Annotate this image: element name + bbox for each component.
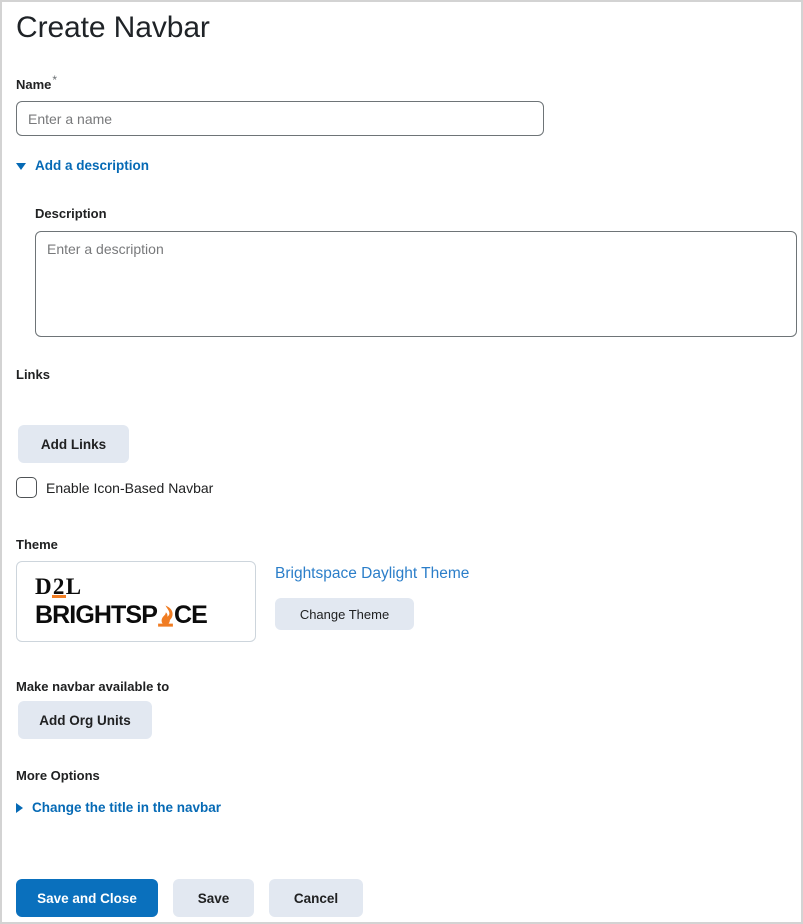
save-and-close-button[interactable]: Save and Close [16,879,158,917]
name-input[interactable] [16,101,544,137]
cancel-button[interactable]: Cancel [269,879,363,917]
create-navbar-page: Create Navbar Name* Add a description De… [0,0,803,924]
triangle-down-icon [16,162,26,170]
change-title-disclosure[interactable]: Change the title in the navbar [16,800,221,816]
name-label: Name* [16,73,57,93]
required-asterisk: * [52,73,58,87]
more-options-label-text: More Options [16,768,100,783]
theme-name-link[interactable]: Brightspace Daylight Theme [275,564,469,584]
description-field-group: Description [35,205,797,337]
description-label: Description [35,206,107,221]
theme-details: Brightspace Daylight Theme Change Theme [275,561,469,630]
theme-row: D2L BRIGHTSP CE Brightspace Daylight The… [16,561,469,642]
enable-icon-navbar-label: Enable Icon-Based Navbar [46,479,214,496]
page-title: Create Navbar [16,11,210,44]
add-org-units-button[interactable]: Add Org Units [18,701,152,739]
enable-icon-navbar-row: Enable Icon-Based Navbar [16,477,213,498]
theme-label: Theme [16,536,58,554]
description-textarea[interactable] [35,231,797,337]
availability-label: Make navbar available to [16,678,169,696]
change-title-label: Change the title in the navbar [32,800,222,815]
more-options-label: More Options [16,767,100,785]
flame-icon [157,603,174,627]
d2l-logo-d: D [35,573,52,599]
theme-thumbnail[interactable]: D2L BRIGHTSP CE [16,561,256,642]
triangle-right-icon [16,803,23,813]
add-description-disclosure[interactable]: Add a description [16,158,149,174]
d2l-logo-2-underlined: 2 [51,573,66,599]
availability-label-text: Make navbar available to [16,679,170,694]
enable-icon-navbar-checkbox[interactable] [16,477,37,498]
brightspace-wordmark-tail: CE [173,600,208,629]
d2l-logo: D2L [35,573,255,599]
add-description-label: Add a description [35,158,150,173]
brightspace-wordmark-head: BRIGHTSP [35,600,158,629]
links-label-text: Links [16,367,50,382]
links-label: Links [16,366,50,384]
add-links-button[interactable]: Add Links [18,425,129,463]
d2l-logo-l: L [65,573,82,599]
theme-label-text: Theme [16,537,58,552]
name-field-group: Name* [16,72,544,137]
footer-action-bar: Save and Close Save Cancel [16,879,363,917]
change-theme-button[interactable]: Change Theme [275,598,414,630]
brightspace-wordmark: BRIGHTSP CE [35,601,255,629]
save-button[interactable]: Save [173,879,254,917]
name-label-text: Name [16,77,52,93]
